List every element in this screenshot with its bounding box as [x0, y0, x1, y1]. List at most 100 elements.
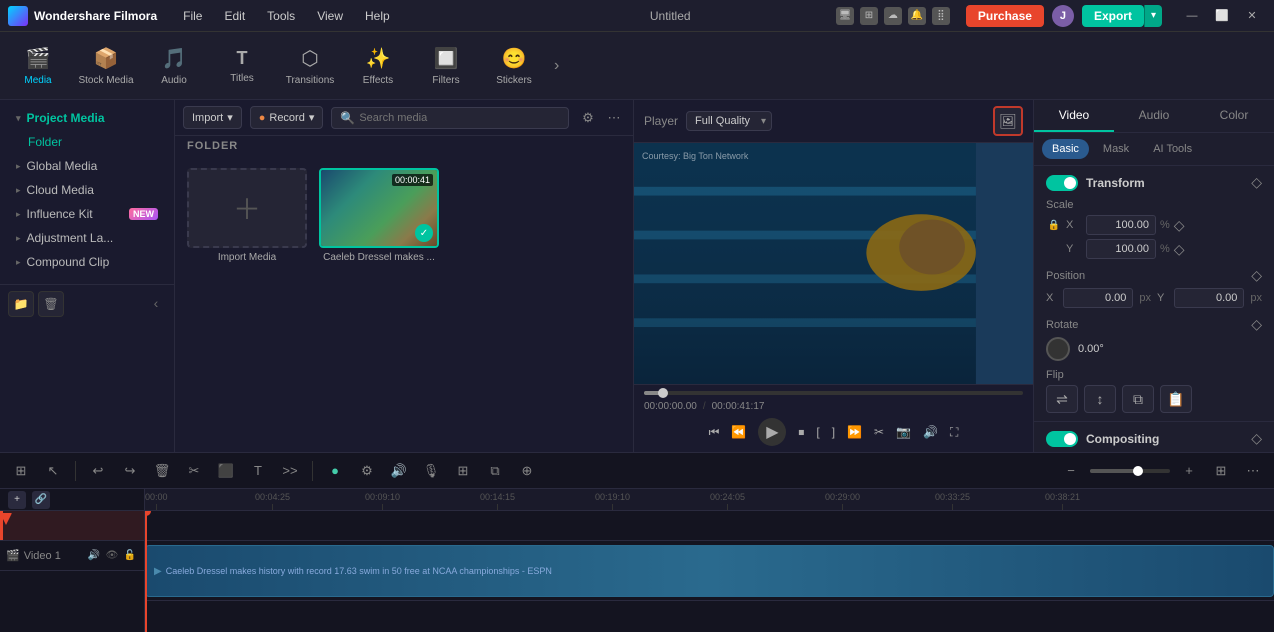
flip-vertical-button[interactable]: ↕	[1084, 385, 1116, 413]
progress-thumb[interactable]	[658, 388, 668, 398]
auto-select-button[interactable]: ↖	[40, 458, 66, 484]
tab-audio[interactable]: Audio	[1114, 100, 1194, 132]
scale-y-keyframe-icon[interactable]: ◇	[1174, 241, 1185, 258]
sidebar-collapse-button[interactable]: ‹	[146, 295, 166, 311]
compositing-toggle[interactable]	[1046, 431, 1078, 447]
volume-button[interactable]: 🔊	[923, 425, 938, 439]
delete-button[interactable]: 🗑	[38, 291, 64, 317]
delete-clip-button[interactable]: 🗑	[149, 458, 175, 484]
audio-button[interactable]: 🔊	[386, 458, 412, 484]
maximize-button[interactable]: ⬜	[1208, 6, 1236, 26]
add-media-timeline-button[interactable]: ⊞	[8, 458, 34, 484]
toolbar-effects[interactable]: ✨ Effects	[344, 34, 412, 98]
zoom-out-button[interactable]: −	[1058, 458, 1084, 484]
rotate-keyframe-icon[interactable]: ◇	[1251, 316, 1262, 333]
track-speaker-icon[interactable]: 🔊	[86, 548, 102, 564]
flip-horizontal-button[interactable]: ⇌	[1046, 385, 1078, 413]
quality-select[interactable]: Full Quality1/2 Quality1/4 Quality	[686, 111, 772, 131]
more-options-icon[interactable]: ⋯	[603, 107, 625, 129]
compositing-keyframe-icon[interactable]: ◇	[1251, 430, 1262, 447]
toolbar-media[interactable]: 🎬 Media	[4, 34, 72, 98]
toolbar-titles[interactable]: T Titles	[208, 34, 276, 98]
add-media-item[interactable]: ＋ Import Media	[187, 168, 307, 440]
flip-copy-button[interactable]: ⧉	[1122, 385, 1154, 413]
flip-paste-button[interactable]: 📋	[1160, 385, 1192, 413]
video-clip-track[interactable]: ▶ Caeleb Dressel makes history with reco…	[145, 545, 1274, 597]
grid-view-button[interactable]: ⊞	[1208, 458, 1234, 484]
quality-selector-wrapper[interactable]: Full Quality1/2 Quality1/4 Quality	[686, 111, 772, 131]
minimize-button[interactable]: —	[1178, 6, 1206, 26]
redo-button[interactable]: ↪	[117, 458, 143, 484]
cloud-icon[interactable]: ☁	[884, 7, 902, 25]
sidebar-item-cloud-media[interactable]: ▸ Cloud Media	[8, 178, 166, 202]
zoom-thumb[interactable]	[1133, 466, 1143, 476]
video-clip-item[interactable]: 00:00:41 ✓ Caeleb Dressel makes ...	[319, 168, 439, 440]
rewind-button[interactable]: ⏮	[709, 425, 720, 440]
menu-help[interactable]: Help	[355, 5, 400, 27]
microphone-button[interactable]: 🎙	[418, 458, 444, 484]
sidebar-item-folder[interactable]: Folder	[8, 130, 166, 154]
skip-button[interactable]: >>	[277, 458, 303, 484]
toolbar-transitions[interactable]: ⬡ Transitions	[276, 34, 344, 98]
cut-button[interactable]: ✂	[181, 458, 207, 484]
color-match-button[interactable]: ●	[322, 458, 348, 484]
scale-y-input[interactable]	[1086, 239, 1156, 259]
zoom-slider[interactable]	[1090, 469, 1170, 473]
menu-view[interactable]: View	[307, 5, 353, 27]
frame-forward-button[interactable]: ⏩	[847, 425, 862, 439]
tab-video[interactable]: Video	[1034, 100, 1114, 132]
timeline-playhead[interactable]	[145, 511, 147, 632]
crop-button[interactable]: ⬛	[213, 458, 239, 484]
text-button[interactable]: T	[245, 458, 271, 484]
track-lock-icon[interactable]: 🔓	[122, 548, 138, 564]
filter-icon[interactable]: ⚙	[577, 107, 599, 129]
menu-file[interactable]: File	[173, 5, 212, 27]
new-folder-button[interactable]: 📁	[8, 291, 34, 317]
sidebar-item-project-media[interactable]: ▾ Project Media	[8, 106, 166, 130]
split-button[interactable]: ✂	[874, 425, 884, 439]
settings-button[interactable]: ⚙	[354, 458, 380, 484]
snapshot-button[interactable]: 📷	[896, 425, 911, 439]
toolbar-stock-media[interactable]: 📦 Stock Media	[72, 34, 140, 98]
subtab-ai-tools[interactable]: AI Tools	[1143, 139, 1202, 159]
import-button[interactable]: Import ▾	[183, 106, 242, 129]
sidebar-item-influence-kit[interactable]: ▸ Influence Kit NEW	[8, 202, 166, 226]
subtab-basic[interactable]: Basic	[1042, 139, 1089, 159]
play-button[interactable]: ▶	[758, 418, 786, 446]
export-arrow-button[interactable]: ▾	[1144, 5, 1162, 27]
export-button[interactable]: Export	[1082, 5, 1144, 27]
frame-back-button[interactable]: ⏪	[731, 425, 746, 439]
monitor-icon[interactable]: 🖥	[836, 7, 854, 25]
progress-bar[interactable]	[644, 391, 1023, 395]
link-button[interactable]: 🔗	[32, 491, 50, 509]
grid-icon[interactable]: ⊞	[860, 7, 878, 25]
menu-edit[interactable]: Edit	[214, 5, 255, 27]
rotate-knob[interactable]	[1046, 337, 1070, 361]
bell-icon[interactable]: 🔔	[908, 7, 926, 25]
mark-in-button[interactable]: [	[816, 425, 819, 439]
purchase-button[interactable]: Purchase	[966, 5, 1044, 27]
toolbar-stickers[interactable]: 😊 Stickers	[480, 34, 548, 98]
apps-icon[interactable]: ⣿	[932, 7, 950, 25]
close-button[interactable]: ✕	[1238, 6, 1266, 26]
add-track-button[interactable]: ⊕	[514, 458, 540, 484]
stop-button[interactable]: ⏹	[798, 425, 804, 440]
toolbar-filters[interactable]: 🔲 Filters	[412, 34, 480, 98]
scale-x-keyframe-icon[interactable]: ◇	[1174, 217, 1185, 234]
undo-button[interactable]: ↩	[85, 458, 111, 484]
scale-x-input[interactable]	[1086, 215, 1156, 235]
screenshot-button[interactable]: 🖼	[993, 106, 1023, 136]
zoom-in-button[interactable]: +	[1176, 458, 1202, 484]
pos-y-input[interactable]	[1174, 288, 1244, 308]
fullscreen-button[interactable]: ⛶	[950, 425, 958, 440]
track-eye-icon[interactable]: 👁	[104, 548, 120, 564]
position-keyframe-icon[interactable]: ◇	[1251, 267, 1262, 284]
toolbar-expand-button[interactable]: ›	[548, 53, 565, 79]
transform-toggle[interactable]	[1046, 175, 1078, 191]
split-clip-button[interactable]: ⧉	[482, 458, 508, 484]
user-avatar[interactable]: J	[1052, 5, 1074, 27]
add-media-thumb[interactable]: ＋	[187, 168, 307, 248]
mark-out-button[interactable]: ]	[832, 425, 835, 439]
search-box[interactable]: 🔍	[331, 107, 569, 129]
add-track-left-button[interactable]: +	[8, 491, 26, 509]
